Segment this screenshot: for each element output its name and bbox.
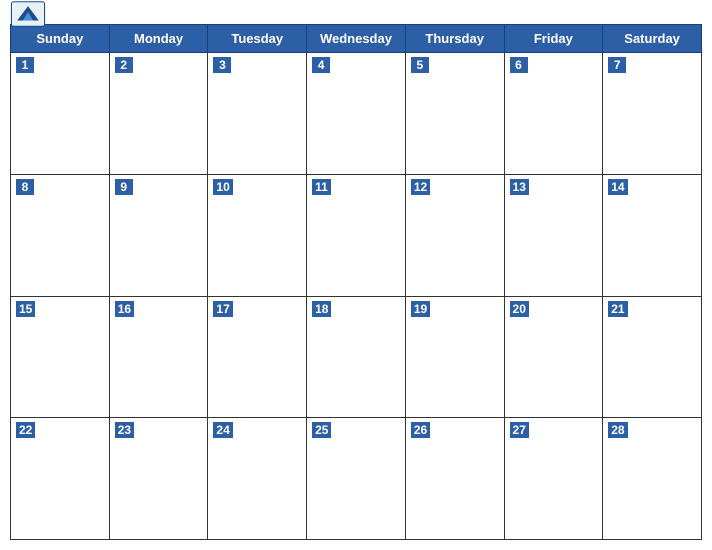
day-header-sunday: Sunday [11,25,110,53]
day-cell-11: 11 [307,174,406,296]
day-number-7: 7 [608,57,626,73]
logo [10,0,46,28]
day-cell-22: 22 [11,418,110,540]
day-number-19: 19 [411,301,430,317]
day-cell-1: 1 [11,53,110,175]
day-number-23: 23 [115,422,134,438]
days-header-row: SundayMondayTuesdayWednesdayThursdayFrid… [11,25,702,53]
day-header-friday: Friday [504,25,603,53]
day-cell-12: 12 [405,174,504,296]
day-cell-21: 21 [603,296,702,418]
day-number-5: 5 [411,57,429,73]
day-header-thursday: Thursday [405,25,504,53]
day-number-13: 13 [510,179,529,195]
day-number-15: 15 [16,301,35,317]
day-header-wednesday: Wednesday [307,25,406,53]
day-cell-7: 7 [603,53,702,175]
day-cell-16: 16 [109,296,208,418]
day-number-17: 17 [213,301,232,317]
day-header-monday: Monday [109,25,208,53]
day-number-24: 24 [213,422,232,438]
day-number-27: 27 [510,422,529,438]
week-row-2: 8 9 10 11 12 13 14 [11,174,702,296]
day-cell-28: 28 [603,418,702,540]
day-cell-3: 3 [208,53,307,175]
day-number-16: 16 [115,301,134,317]
day-header-saturday: Saturday [603,25,702,53]
day-number-2: 2 [115,57,133,73]
day-number-8: 8 [16,179,34,195]
day-number-9: 9 [115,179,133,195]
day-number-10: 10 [213,179,232,195]
week-row-4: 22 23 24 25 26 27 28 [11,418,702,540]
calendar-table: SundayMondayTuesdayWednesdayThursdayFrid… [10,24,702,540]
day-cell-26: 26 [405,418,504,540]
day-number-22: 22 [16,422,35,438]
day-cell-15: 15 [11,296,110,418]
day-number-26: 26 [411,422,430,438]
day-cell-4: 4 [307,53,406,175]
day-number-14: 14 [608,179,627,195]
day-cell-5: 5 [405,53,504,175]
day-cell-27: 27 [504,418,603,540]
day-cell-9: 9 [109,174,208,296]
day-cell-6: 6 [504,53,603,175]
day-cell-2: 2 [109,53,208,175]
day-number-12: 12 [411,179,430,195]
day-number-28: 28 [608,422,627,438]
day-cell-24: 24 [208,418,307,540]
day-cell-14: 14 [603,174,702,296]
calendar-header [10,10,702,18]
day-cell-23: 23 [109,418,208,540]
day-number-1: 1 [16,57,34,73]
day-number-21: 21 [608,301,627,317]
day-number-11: 11 [312,179,331,195]
day-cell-13: 13 [504,174,603,296]
day-cell-10: 10 [208,174,307,296]
day-number-18: 18 [312,301,331,317]
day-number-6: 6 [510,57,528,73]
day-cell-18: 18 [307,296,406,418]
week-row-1: 1 2 3 4 5 6 7 [11,53,702,175]
week-row-3: 15 16 17 18 19 20 21 [11,296,702,418]
day-cell-20: 20 [504,296,603,418]
day-number-20: 20 [510,301,529,317]
day-cell-8: 8 [11,174,110,296]
day-number-25: 25 [312,422,331,438]
day-number-4: 4 [312,57,330,73]
day-cell-17: 17 [208,296,307,418]
day-cell-25: 25 [307,418,406,540]
day-number-3: 3 [213,57,231,73]
day-cell-19: 19 [405,296,504,418]
day-header-tuesday: Tuesday [208,25,307,53]
